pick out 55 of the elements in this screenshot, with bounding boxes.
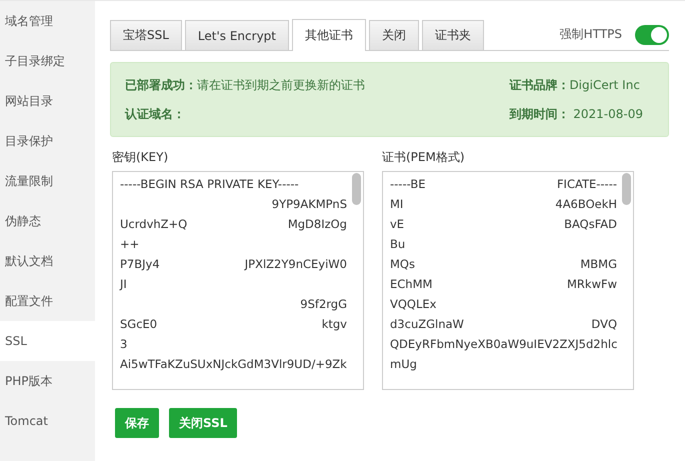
text-line: vE	[390, 217, 404, 233]
text-line: EChMM	[390, 277, 432, 293]
text-line: SGcE0	[120, 317, 158, 333]
text-line: MgD8IzOg	[288, 217, 347, 233]
force-https-toggle[interactable]	[635, 24, 669, 44]
field-label: 证书(PEM格式)	[382, 149, 466, 166]
text-line: -----BE	[390, 177, 426, 193]
text-line: BAQsFAD	[564, 217, 617, 233]
sidebar-item[interactable]: 网站目录	[0, 81, 95, 121]
field-label: 密钥(KEY)	[112, 149, 170, 166]
text-line: VQQLEx	[390, 297, 436, 313]
sidebar-item[interactable]: 流量限制	[0, 161, 95, 201]
text-line: P7BJy4	[120, 257, 160, 273]
text-line: MI	[390, 197, 404, 213]
tab[interactable]: 其他证书	[292, 19, 366, 51]
sidebar-item[interactable]: PHP版本	[0, 361, 95, 401]
text-line: MQs	[390, 257, 415, 273]
text-line: FICATE-----	[556, 177, 617, 193]
text-line: MBMG	[580, 257, 617, 273]
sidebar-item[interactable]: 伪静态	[0, 201, 95, 241]
text-line: MRkwFw	[567, 277, 617, 293]
text-line: ++	[120, 237, 140, 253]
status-text: 已部署成功：请在证书到期之前更换新的证书	[125, 76, 365, 94]
sidebar-item[interactable]: SSL	[0, 321, 95, 361]
text-line: 9Sf2rgG	[300, 297, 347, 313]
text-line: JPXlZ2Y9nCEyiW0	[244, 257, 347, 273]
text-line: 3	[120, 337, 128, 353]
text-line: mUg	[390, 357, 417, 373]
force-https-label: 强制HTTPS	[560, 26, 622, 43]
sidebar-item[interactable]: Tomcat	[0, 401, 95, 441]
text-line: Bu	[390, 237, 406, 253]
tab[interactable]: Let's Encrypt	[184, 20, 289, 50]
sidebar-item[interactable]: 配置文件	[0, 281, 95, 321]
expiry-text: 到期时间： 2021-08-09	[509, 106, 643, 122]
text-area[interactable]: -----BE FICATE----- MI 4A6BOekH vE BAQsFAD Bu MQs MBMG EChMM MRkwFw VQQLEx d3cuZGlnaW DVQ QDEyRFbmNyeXB0aW9uIEV2ZXJ5d2hlc mUg	[382, 171, 634, 390]
text-line: 9YP9AKMPnS	[272, 197, 347, 213]
text-line: JI	[120, 277, 127, 293]
brand-text: 证书品牌：DigiCert Inc	[509, 76, 641, 94]
text-line: 4A6BOekH	[555, 197, 617, 213]
text-area[interactable]: -----BEGIN RSA PRIVATE KEY----- 9YP9AKMPnS UcrdvhZ+Q MgD8IzOg ++ P7BJy4 JPXlZ2Y9nCEyiW0 JI 9Sf2rgG SGcE0 ktgv 3 Ai5wTFaKZuSUxNJckGdM3Vlr9UD/+9Zk	[112, 171, 364, 390]
tab[interactable]: 证书夹	[422, 20, 484, 50]
text-line: QDEyRFbmNyeXB0aW9uIEV2ZXJ5d2hlc	[390, 337, 618, 353]
text-line: Ai5wTFaKZuSUxNJckGdM3Vlr9UD/+9Zk	[120, 357, 347, 373]
domain-label: 认证域名：	[125, 106, 186, 122]
text-line: d3cuZGlnaW	[390, 317, 464, 333]
tab[interactable]: 宝塔SSL	[110, 20, 182, 50]
text-line: ktgv	[322, 317, 347, 333]
text-line: UcrdvhZ+Q	[120, 217, 188, 233]
sidebar-item[interactable]: 默认文档	[0, 241, 95, 281]
tab[interactable]: 关闭	[369, 20, 419, 50]
sidebar-item[interactable]: 目录保护	[0, 121, 95, 161]
text-line: -----BEGIN RSA PRIVATE KEY-----	[120, 177, 299, 193]
sidebar-item[interactable]: 子目录绑定	[0, 41, 95, 81]
text-line: DVQ	[591, 317, 617, 333]
sidebar-item[interactable]: 域名管理	[0, 1, 95, 41]
